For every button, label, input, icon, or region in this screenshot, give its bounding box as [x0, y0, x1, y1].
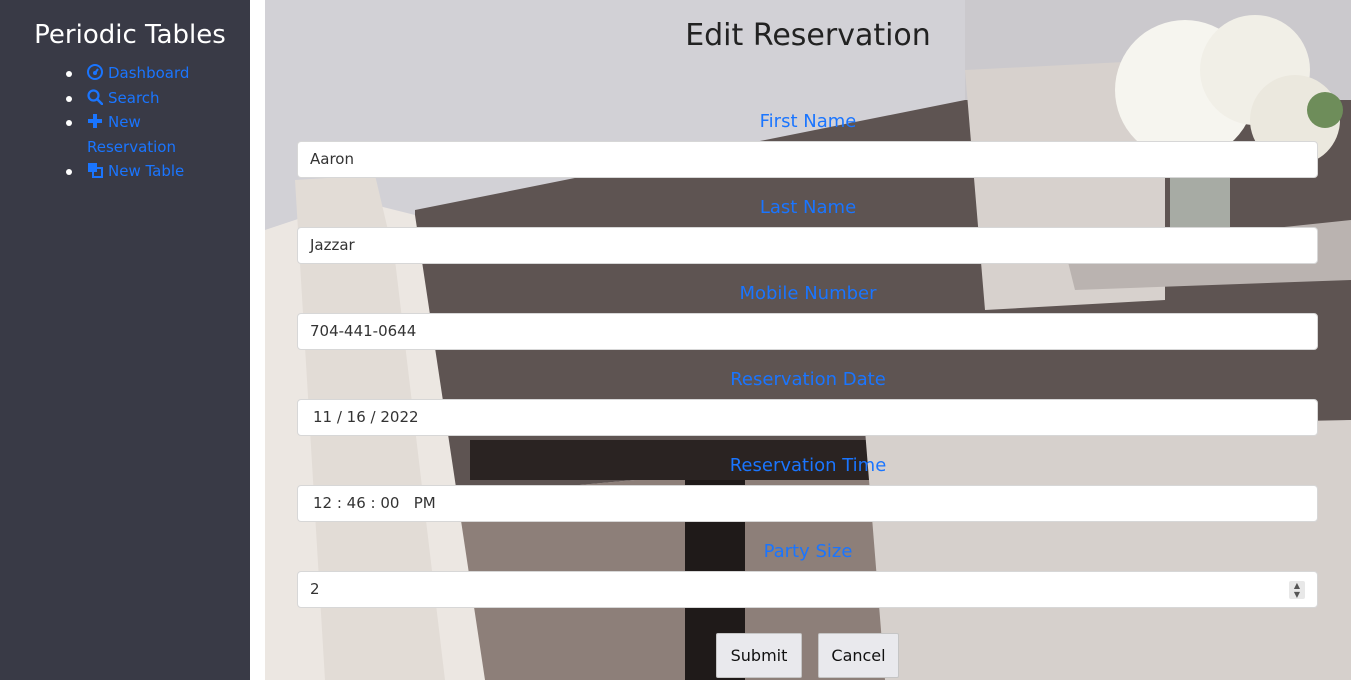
sidebar-nav: Dashboard Search New Reservation New Tab… [64, 61, 197, 184]
bullet [66, 169, 72, 175]
bullet [66, 95, 72, 102]
cancel-button[interactable]: Cancel [818, 633, 899, 678]
mobile-number-value: 704-441-0644 [310, 322, 417, 340]
bullet [66, 120, 72, 126]
mobile-number-field[interactable]: 704-441-0644 [297, 313, 1318, 350]
sidebar-item-search[interactable]: Search [64, 86, 197, 111]
sidebar-item-new-reservation[interactable]: New Reservation [64, 110, 197, 159]
first-name-field[interactable]: Aaron [297, 141, 1318, 178]
new-reservation-link[interactable]: New Reservation [87, 113, 176, 156]
table-icon [88, 163, 103, 178]
sidebar-item-label: Search [108, 88, 160, 107]
page-title: Edit Reservation [685, 18, 931, 53]
reservation-date-label: Reservation Date [730, 369, 886, 390]
sidebar: Periodic Tables Dashboard Search New Res… [0, 0, 250, 680]
party-size-value: 2 [310, 580, 320, 598]
reservation-time-field[interactable]: 12 : 46 : 00 PM [297, 485, 1318, 522]
sidebar-item-label: New Table [108, 162, 185, 180]
new-table-link[interactable]: New Table [87, 162, 184, 180]
right-edge [1351, 0, 1366, 682]
party-size-label: Party Size [763, 541, 853, 562]
first-name-label: First Name [759, 111, 857, 132]
sidebar-item-label: Dashboard [108, 64, 190, 82]
reservation-time-label: Reservation Time [729, 455, 887, 476]
bullet [66, 71, 72, 77]
reservation-date-field[interactable]: 11 / 16 / 2022 [297, 399, 1318, 436]
first-name-value: Aaron [310, 150, 354, 168]
reservation-date-value: 11 / 16 / 2022 [313, 408, 419, 426]
plus-icon [88, 114, 102, 128]
reservation-time-value: 12 : 46 : 00 PM [313, 494, 436, 512]
party-size-field[interactable]: 2 ▲ ▼ [297, 571, 1318, 608]
main-content: Edit Reservation First Name Aaron Last N… [265, 0, 1351, 680]
last-name-label: Last Name [759, 197, 857, 218]
dashboard-icon [87, 64, 103, 80]
dashboard-link[interactable]: Dashboard [87, 64, 189, 82]
gutter [250, 0, 265, 680]
spinner-down-icon[interactable]: ▼ [1289, 590, 1305, 599]
mobile-number-label: Mobile Number [739, 283, 877, 304]
submit-button[interactable]: Submit [716, 633, 802, 678]
search-link[interactable]: Search [87, 89, 160, 107]
last-name-value: Jazzar [310, 236, 355, 254]
search-icon [87, 88, 104, 105]
sidebar-item-dashboard[interactable]: Dashboard [64, 61, 197, 86]
last-name-field[interactable]: Jazzar [297, 227, 1318, 264]
sidebar-item-new-table[interactable]: New Table [64, 159, 197, 184]
number-spinner[interactable]: ▲ ▼ [1289, 581, 1305, 599]
spinner-up-icon[interactable]: ▲ [1289, 581, 1305, 590]
app-title: Periodic Tables [34, 20, 226, 50]
